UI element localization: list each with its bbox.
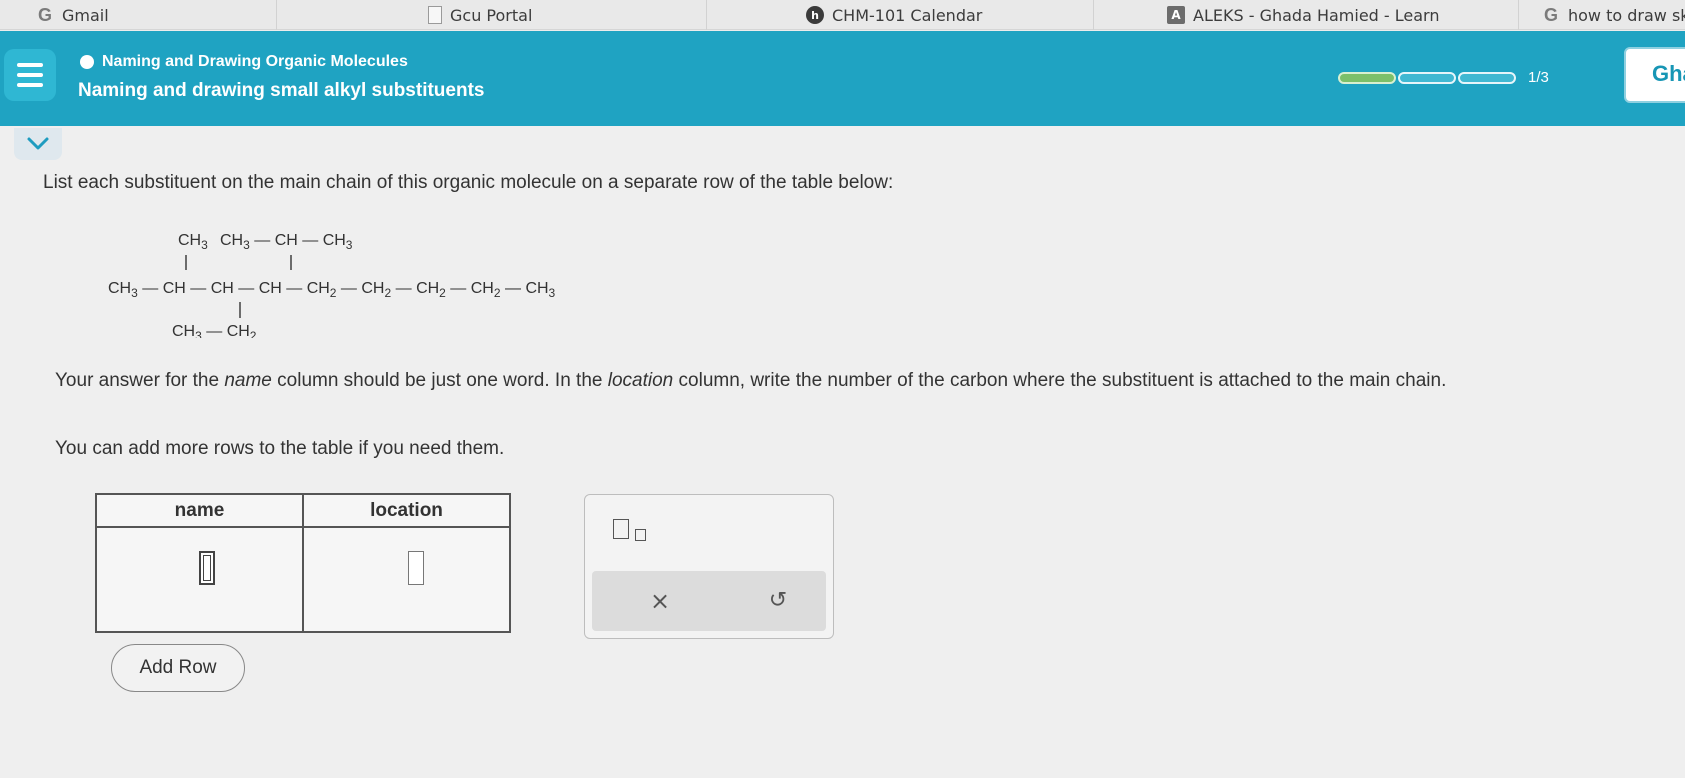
bookmark-aleks[interactable]: A ALEKS - Ghada Hamied - Learn [1167,4,1439,26]
location-input[interactable] [408,551,424,585]
answer-table: name location [95,493,511,633]
topic-title: Naming and Drawing Organic Molecules [80,53,408,71]
subscript-icon[interactable] [613,519,653,547]
text-span: column should be just one word. In the [271,370,608,391]
instruction-paragraph: Your answer for the name column should b… [55,370,1655,392]
menu-icon-bar [17,73,43,77]
question-area: List each substituent on the main chain … [0,126,1685,778]
calendar-app-icon: h [806,6,824,24]
topic-label: Naming and Drawing Organic Molecules [102,53,408,70]
bookmark-label: CHM-101 Calendar [832,5,983,25]
subscript-box-large [613,519,629,539]
topic-header: Naming and Drawing Organic Molecules Nam… [0,31,1685,126]
question-instruction: List each substituent on the main chain … [43,172,894,193]
bookmark-gmail[interactable]: G Gmail [36,4,109,26]
text-span: Your answer for the [55,370,225,391]
menu-icon-bar [17,83,43,87]
molecule-top-left-group: CH3 [178,232,208,252]
column-header-name: name [174,500,225,521]
bookmark-label: Gmail [62,5,109,25]
undo-button[interactable]: ↺ [760,583,796,619]
column-divider [302,495,304,631]
tools-bar: × ↺ [592,571,826,631]
clear-button[interactable]: × [642,583,678,619]
google-icon: G [1543,4,1558,25]
menu-icon-bar [17,63,43,67]
collapse-button[interactable] [14,128,62,160]
add-row-button[interactable]: Add Row [111,644,245,692]
name-input[interactable] [199,551,215,585]
chevron-down-icon [27,137,49,150]
bookmarks-bar: G Gmail Gcu Portal h CHM-101 Calendar A … [0,0,1685,30]
divider [276,0,277,30]
molecule-top-right-branch: CH3 — CH — CH3 [220,232,353,252]
aleks-icon: A [1167,6,1185,24]
bookmark-label: Gcu Portal [450,5,533,25]
bookmark-gcu-portal[interactable]: Gcu Portal [428,4,532,26]
page-title: Naming and drawing small alkyl substitue… [78,80,485,101]
progress-segment [1338,71,1396,84]
progress-indicator: 1/3 [1338,69,1549,86]
molecule-main-chain: CH3 — CH — CH — CH — CH2 — CH2 — CH2 — C… [108,280,556,300]
subscript-box-small [635,529,646,541]
bookmark-label: ALEKS - Ghada Hamied - Learn [1193,5,1440,25]
add-rows-note: You can add more rows to the table if yo… [55,438,505,459]
bookmark-chm-calendar[interactable]: h CHM-101 Calendar [806,4,982,26]
status-dot-icon [80,55,94,69]
bookmark-how-to-draw[interactable]: G how to draw ske [1542,4,1685,26]
divider [706,0,707,30]
google-icon: G [37,4,52,25]
italic-name: name [224,370,272,391]
menu-button[interactable] [4,49,56,101]
column-header-location: location [370,500,443,521]
divider [1093,0,1094,30]
bookmark-label: how to draw ske [1568,5,1685,25]
progress-segment [1458,71,1516,84]
molecule-bottom-branch: CH3 — CH2 [172,323,257,338]
text-span: column, write the number of the carbon w… [673,370,1447,391]
molecule-structure: CH3 CH3 — CH — CH3 CH3 — CH — CH — CH — … [108,232,556,338]
italic-location: location [607,370,674,391]
progress-segment [1398,71,1456,84]
document-icon [428,6,442,24]
divider [1518,0,1519,30]
answer-tools-panel: × ↺ [584,494,834,639]
user-menu-button[interactable]: Gha [1624,47,1685,103]
progress-text: 1/3 [1528,69,1549,86]
